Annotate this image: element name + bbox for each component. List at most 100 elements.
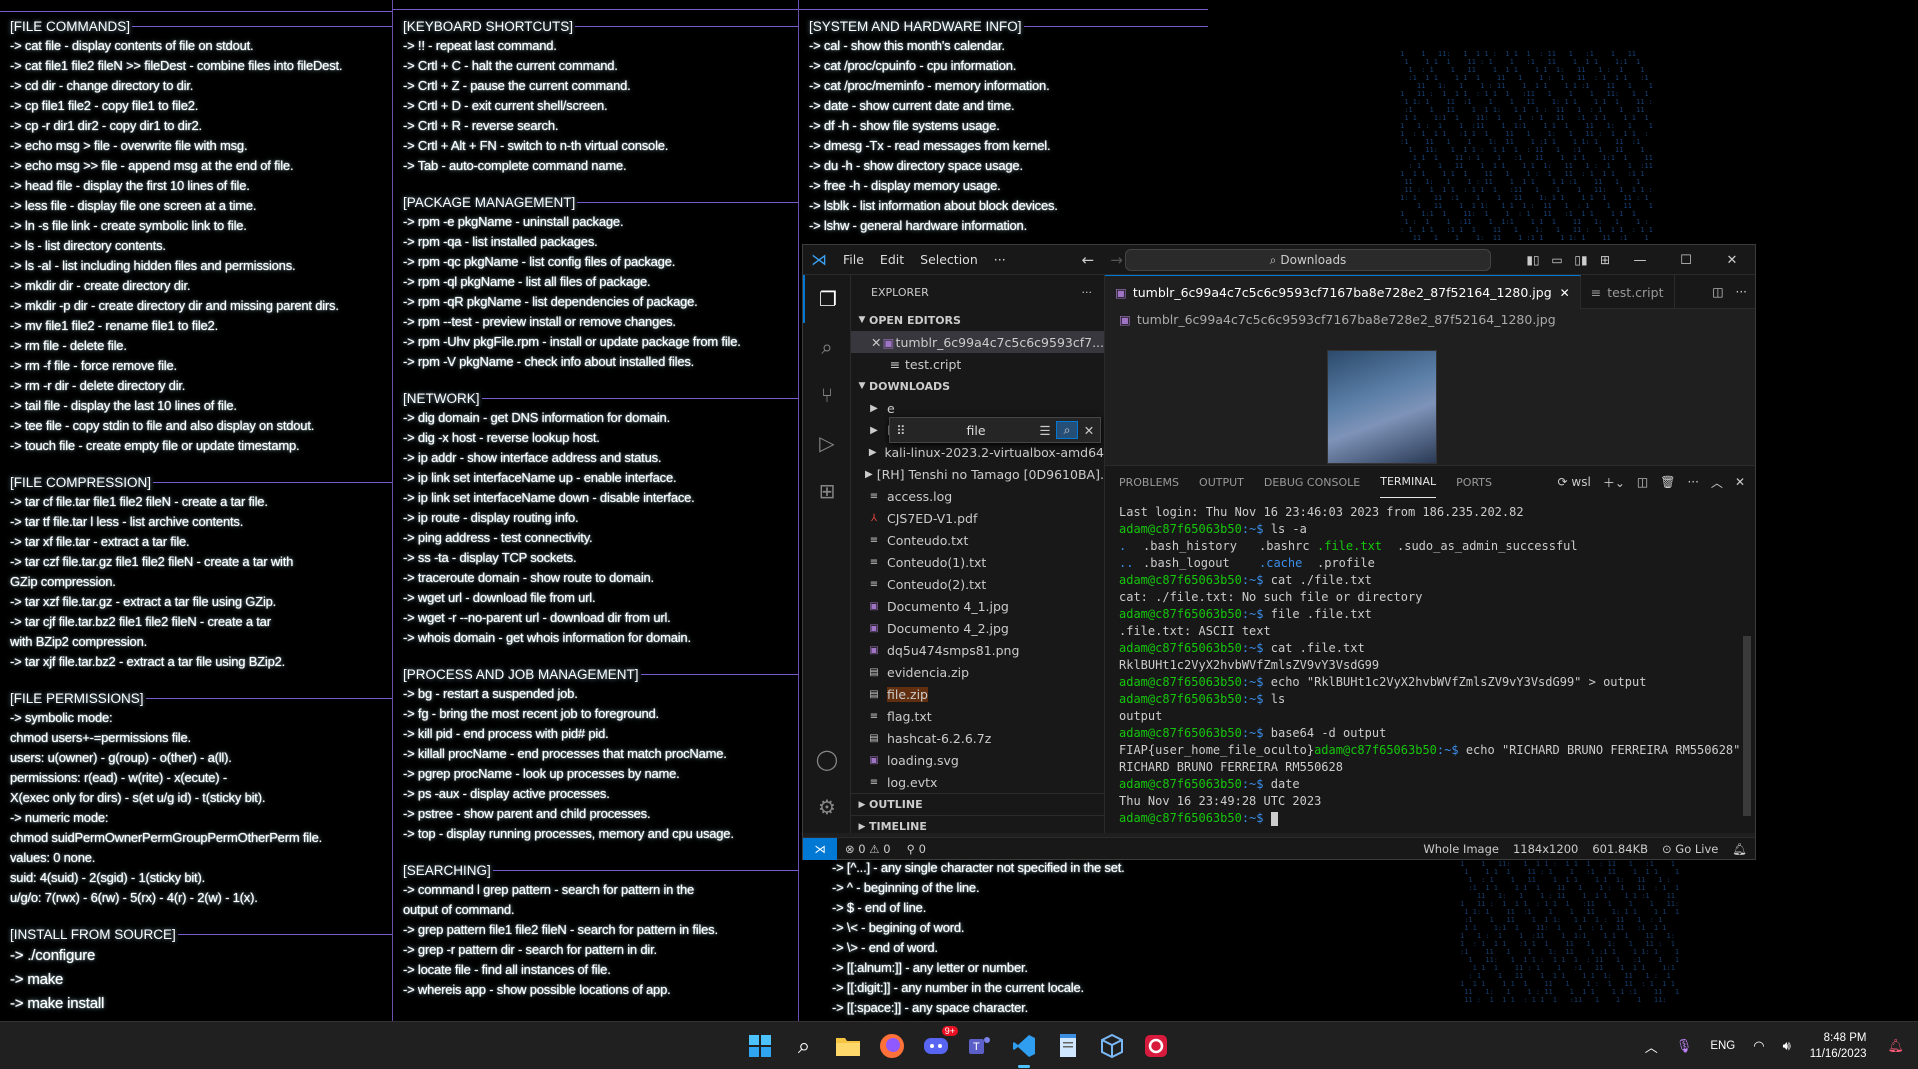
firefox-icon[interactable]	[876, 1030, 908, 1062]
teams-icon[interactable]: T	[964, 1030, 996, 1062]
source-control-icon[interactable]: ⑂	[803, 371, 851, 419]
close-icon[interactable]: ✕	[1078, 423, 1100, 438]
ports-status[interactable]: ⚲ 0	[899, 842, 934, 856]
terminal-output[interactable]: Last login: Thu Nov 16 23:46:03 2023 fro…	[1105, 498, 1755, 833]
open-editor-item[interactable]: ≡ test.cript	[851, 353, 1104, 375]
file-name: flag.txt	[887, 708, 932, 724]
cheatsheet-section: [PACKAGE MANAGEMENT] -> rpm -e pkgName - …	[393, 192, 798, 372]
tab-test-cript[interactable]: ≡ test.cript	[1581, 275, 1675, 309]
toggle-secondary-sidebar-icon[interactable]: ▯▮	[1569, 253, 1593, 267]
toggle-panel-icon[interactable]: ▭	[1545, 253, 1569, 267]
maximize-button[interactable]: ☐	[1663, 253, 1709, 268]
minimize-button[interactable]: —	[1617, 253, 1663, 268]
toggle-sidebar-icon[interactable]: ▮▯	[1521, 253, 1545, 267]
file-item[interactable]: ▣ Documento 4_1.jpg	[851, 595, 1104, 617]
red-app-icon[interactable]	[1140, 1030, 1172, 1062]
timeline-section[interactable]: ▶ TIMELINE	[851, 815, 1104, 833]
image-zoom-status[interactable]: Whole Image	[1423, 842, 1499, 856]
split-editor-icon[interactable]: ◫	[1712, 285, 1723, 299]
tab-terminal[interactable]: TERMINAL	[1380, 466, 1437, 498]
file-item[interactable]: ≡ access.log	[851, 485, 1104, 507]
file-item[interactable]: ≡ flag.txt	[851, 705, 1104, 727]
file-explorer-icon[interactable]	[832, 1030, 864, 1062]
maximize-panel-icon[interactable]: ︿	[1711, 474, 1723, 491]
downloads-section[interactable]: ▼ DOWNLOADS	[851, 375, 1104, 397]
command-center-search[interactable]: ⌕ Downloads	[1125, 249, 1491, 271]
file-item[interactable]: ▤ hashcat-6.2.6.7z	[851, 727, 1104, 749]
drag-handle-icon[interactable]: ⠿	[890, 423, 912, 438]
file-item[interactable]: ≡ Conteudo.txt	[851, 529, 1104, 551]
fuzzy-match-icon[interactable]: ⌕	[1056, 421, 1078, 439]
file-item[interactable]: ▣ Documento 4_2.jpg	[851, 617, 1104, 639]
file-item[interactable]: ≡ Conteudo(1).txt	[851, 551, 1104, 573]
more-actions-icon[interactable]: ···	[1736, 285, 1747, 299]
search-view-icon[interactable]: ⌕	[803, 323, 851, 371]
menu-selection[interactable]: Selection	[912, 252, 986, 267]
file-item[interactable]: ▶ kali-linux-2023.2-virtualbox-amd64	[851, 441, 1104, 463]
notepad-icon[interactable]	[1052, 1030, 1084, 1062]
tab-ports[interactable]: PORTS	[1456, 466, 1492, 498]
terminal-prompt: adam@c87f65063b50	[1119, 607, 1242, 621]
close-icon[interactable]: ✕	[871, 335, 881, 350]
file-item[interactable]: ⅄ CJS7ED-V1.pdf	[851, 507, 1104, 529]
close-window-button[interactable]: ✕	[1709, 253, 1755, 268]
run-debug-icon[interactable]: ▷	[803, 419, 851, 467]
file-item[interactable]: ▶ e	[851, 397, 1104, 419]
file-item[interactable]: ▤ evidencia.zip	[851, 661, 1104, 683]
terminal-path: :~$	[1241, 522, 1264, 536]
filter-icon[interactable]: ☰	[1034, 423, 1056, 438]
volume-icon[interactable]: 🔊︎	[1783, 1038, 1791, 1054]
vscode-taskbar-icon[interactable]	[1008, 1030, 1040, 1068]
tab-output[interactable]: OUTPUT	[1199, 466, 1244, 498]
file-item[interactable]: ≡ log.evtx	[851, 771, 1104, 793]
file-item[interactable]: ▶ [RH] Tenshi no Tamago [0D9610BA]....	[851, 463, 1104, 485]
outline-section[interactable]: ▶ OUTLINE	[851, 793, 1104, 815]
problems-status[interactable]: ⊗ 0 ⚠ 0	[837, 842, 899, 856]
account-icon[interactable]: ◯	[803, 735, 851, 783]
search-icon[interactable]: ⌕	[788, 1030, 820, 1062]
find-input[interactable]: file	[912, 423, 1034, 438]
language-indicator[interactable]: ENG	[1710, 1040, 1735, 1052]
open-editors-section[interactable]: ▼ OPEN EDITORS	[851, 309, 1104, 331]
back-arrow-icon[interactable]: ←	[1074, 251, 1103, 269]
settings-gear-icon[interactable]: ⚙	[803, 783, 851, 831]
cheatsheet-line: -> Crtl + D - exit current shell/screen.	[403, 98, 608, 113]
more-actions-icon[interactable]: ···	[1082, 286, 1093, 299]
file-item[interactable]: ▣ dq5u474smps81.png	[851, 639, 1104, 661]
microphone-icon[interactable]: 🎙︎	[1676, 1038, 1693, 1054]
new-terminal-icon[interactable]: ＋⌄	[1603, 474, 1625, 491]
tree-find-widget[interactable]: ⠿ file ☰ ⌕ ✕	[889, 417, 1101, 443]
split-terminal-icon[interactable]: ◫	[1637, 475, 1648, 489]
tab-problems[interactable]: PROBLEMS	[1119, 466, 1179, 498]
tab-image[interactable]: ▣ tumblr_6c99a4c7c5c6c9593cf7167ba8e728e2…	[1105, 275, 1581, 309]
menu-more[interactable]: ···	[986, 252, 1014, 267]
menu-file[interactable]: File	[835, 252, 872, 267]
discord-icon[interactable]: 9+	[920, 1026, 958, 1062]
customize-layout-icon[interactable]: ⊞	[1593, 253, 1617, 267]
notifications-bell-icon[interactable]: 🔔︎	[1732, 842, 1747, 856]
menu-edit[interactable]: Edit	[872, 252, 912, 267]
notification-bell-icon[interactable]: 🔔︎	[1887, 1038, 1904, 1054]
close-icon[interactable]: ✕	[1560, 286, 1570, 300]
virtualbox-icon[interactable]	[1096, 1030, 1128, 1062]
wifi-icon[interactable]: ◠	[1753, 1038, 1764, 1054]
trash-icon[interactable]: 🗑	[1660, 475, 1675, 489]
close-icon[interactable]: ✕	[1735, 475, 1745, 489]
tab-debug-console[interactable]: DEBUG CONSOLE	[1264, 466, 1360, 498]
clock[interactable]: 8:48 PM 11/16/2023	[1810, 1030, 1867, 1062]
image-preview[interactable]	[1327, 350, 1437, 464]
terminal-scrollbar[interactable]	[1743, 636, 1751, 816]
explorer-icon[interactable]: ❐	[803, 275, 851, 323]
more-actions-icon[interactable]: ···	[1687, 475, 1698, 489]
extensions-icon[interactable]: ⊞	[803, 467, 851, 515]
open-editor-item[interactable]: ✕ ▣ tumblr_6c99a4c7c5c6c9593cf7...	[851, 331, 1104, 353]
chevron-up-icon[interactable]: ︿	[1645, 1037, 1658, 1056]
file-item[interactable]: ≡ Conteudo(2).txt	[851, 573, 1104, 595]
terminal-profile[interactable]: ⟳ wsl	[1558, 475, 1591, 489]
file-item[interactable]: ▣ loading.svg	[851, 749, 1104, 771]
file-item[interactable]: ▤ file.zip	[851, 683, 1104, 705]
go-live-button[interactable]: ⊙ Go Live	[1662, 842, 1718, 856]
remote-indicator-icon[interactable]: ⋊	[803, 837, 837, 860]
breadcrumb[interactable]: ▣ tumblr_6c99a4c7c5c6c9593cf7167ba8e728e2…	[1105, 309, 1755, 329]
start-button[interactable]	[744, 1030, 776, 1062]
